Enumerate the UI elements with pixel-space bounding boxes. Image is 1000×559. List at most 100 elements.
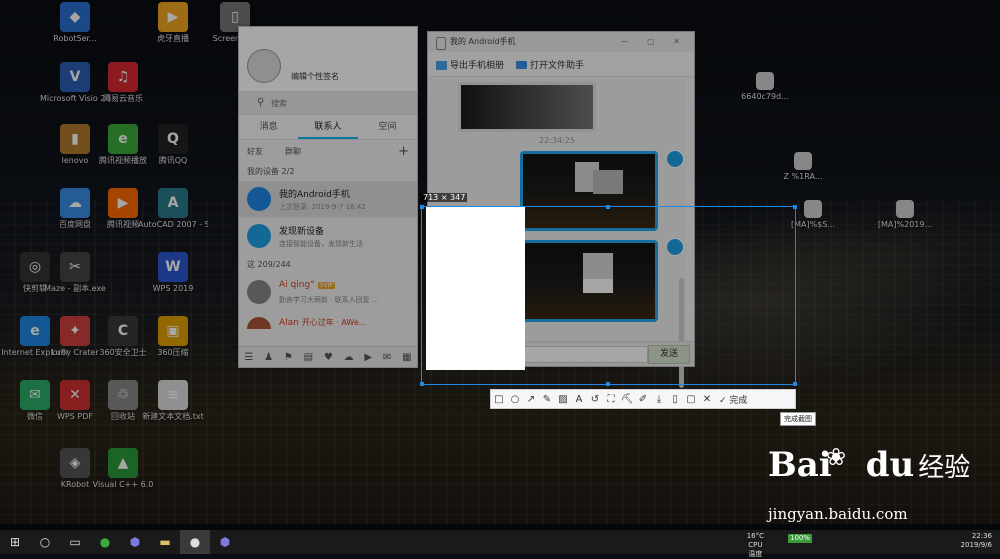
toolbar-icon[interactable]: ♟ <box>264 352 273 363</box>
app-icon: ≡ <box>158 380 188 410</box>
capture-selection[interactable] <box>420 205 797 386</box>
qq-taskbar-icon[interactable]: ● <box>180 530 210 554</box>
app-icon: ✕ <box>60 380 90 410</box>
list-item-friend[interactable]: Ai qing° SVIP 勤奋学习大萌新 · 联系人回复 ... <box>239 274 417 311</box>
capture-tool-icon[interactable]: ○ <box>507 394 523 405</box>
capture-tool-icon[interactable]: □ <box>491 394 507 405</box>
windows-start-icon[interactable]: ⊞ <box>0 530 30 554</box>
list-item-friend[interactable]: Alan 开心过年 · AWe... <box>239 311 417 329</box>
window-controls[interactable]: — ▢ ✕ <box>621 32 688 52</box>
capture-tool-icon[interactable]: ↗ <box>523 394 539 405</box>
tab-space[interactable]: 空间 <box>358 115 417 139</box>
capture-tool-icon[interactable]: ▢ <box>683 394 699 405</box>
toolbar-icon[interactable]: ☁ <box>344 352 354 363</box>
clock-time[interactable]: 22:36 <box>961 532 992 541</box>
search-icon[interactable]: ○ <box>30 530 60 554</box>
toolbar-icon[interactable]: ♥ <box>324 352 333 363</box>
group-my-devices[interactable]: 我的设备 2/2 <box>239 162 417 181</box>
desktop-icon[interactable]: [MA]%2019... <box>870 200 940 230</box>
export-album-button[interactable]: 导出手机相册 <box>436 58 504 71</box>
resize-handle[interactable] <box>793 382 797 386</box>
resize-handle[interactable] <box>606 382 610 386</box>
desktop-icon[interactable]: ◆ RobotSer... <box>40 2 110 44</box>
desktop-icon[interactable]: ▣ 360压缩 <box>138 316 208 358</box>
desktop-icon[interactable]: ≡ 新建文本文档.txt <box>138 380 208 422</box>
item-subtitle: 连接智能设备，发现新生活 <box>279 240 363 248</box>
open-file-assistant-button[interactable]: 打开文件助手 <box>516 58 584 71</box>
friend-name: Ai qing° <box>279 280 315 290</box>
toolbar-icon[interactable]: ▶ <box>364 352 372 363</box>
capture-tool-icon[interactable]: ⛏ <box>619 394 635 405</box>
capture-tool-icon[interactable]: ✕ <box>699 394 715 405</box>
svip-badge: SVIP <box>317 282 335 289</box>
toolbar-icon[interactable]: ☰ <box>244 352 253 363</box>
group-friends[interactable]: 这 209/244 <box>239 255 417 274</box>
friend-name: Alan <box>279 318 299 328</box>
tab-messages[interactable]: 消息 <box>239 115 298 139</box>
baidu-logo-du: du <box>865 445 915 485</box>
capture-tool-icon[interactable]: ✐ <box>635 394 651 405</box>
tab-contacts[interactable]: 联系人 <box>298 115 358 139</box>
app-icon[interactable]: ● <box>90 530 120 554</box>
chat-titlebar: 我的 Android手机 — ▢ ✕ <box>428 32 694 52</box>
resize-handle[interactable] <box>606 205 610 209</box>
list-item-android[interactable]: 我的Android手机 上次登录: 2019-9-7 16:42 <box>239 181 417 218</box>
resize-handle[interactable] <box>420 382 424 386</box>
resize-handle[interactable] <box>793 205 797 209</box>
friend-status: 开心过年 · AWe... <box>301 318 367 327</box>
desktop-icon[interactable]: 6640c79d... <box>730 72 800 102</box>
file-icon <box>794 152 812 170</box>
capture-tool-icon[interactable]: A <box>571 394 587 405</box>
item-subtitle: 上次登录: 2019-9-7 16:42 <box>279 203 366 211</box>
battery[interactable]: 100% <box>787 534 812 543</box>
capture-tool-icon[interactable]: ⤓ <box>651 394 667 405</box>
clock-date[interactable]: 2019/9/6 <box>961 541 992 550</box>
desktop-icon-label: Visual C++ 6.0 <box>92 480 154 489</box>
desktop-icon[interactable]: ▶ 虎牙直播 <box>138 2 208 44</box>
desktop-icon[interactable]: ♫ 网易云音乐 <box>88 62 158 104</box>
app-icon[interactable]: ⬢ <box>120 530 150 554</box>
app-icon: ▣ <box>158 316 188 346</box>
desktop-icon[interactable]: Z %1RA... <box>768 152 838 182</box>
capture-tool-icon[interactable]: ↺ <box>587 394 603 405</box>
capture-tool-icon[interactable]: ✎ <box>539 394 555 405</box>
app-icon: ▮ <box>60 124 90 154</box>
toolbar-icon[interactable]: ⚑ <box>284 352 293 363</box>
capture-tool-icon[interactable]: ▨ <box>555 394 571 405</box>
desktop-icon-label: 360压缩 <box>157 348 189 357</box>
resize-handle[interactable] <box>420 205 424 209</box>
app-icon[interactable]: ⬢ <box>210 530 240 554</box>
file-explorer-icon[interactable]: ▬ <box>150 530 180 554</box>
cpu-temp: 16°C CPU温度 <box>747 532 764 559</box>
toolbar-icon[interactable]: ▤ <box>304 352 313 363</box>
desktop-icon[interactable]: ▲ Visual C++ 6.0 <box>88 448 158 490</box>
subtab-groups[interactable]: 群聊 <box>285 146 301 157</box>
done-button[interactable]: ✓ 完成 <box>715 393 751 406</box>
toolbar-icon[interactable]: ✉ <box>383 352 391 363</box>
item-title: 我的Android手机 <box>279 190 350 200</box>
search-input[interactable] <box>269 95 403 111</box>
avatar[interactable] <box>247 49 281 83</box>
app-icon: ✦ <box>60 316 90 346</box>
task-view-icon[interactable]: ▭ <box>60 530 90 554</box>
list-item-discover-device[interactable]: 发现新设备 连接智能设备，发现新生活 <box>239 218 417 255</box>
desktop-icon[interactable]: Q 腾讯QQ <box>138 124 208 166</box>
signature-label[interactable]: 编辑个性签名 <box>291 71 339 82</box>
qq-main-panel: 编辑个性签名 ⚲ 消息 联系人 空间 好友 群聊 + 我的设备 2/2 我的An… <box>238 26 418 368</box>
capture-tool-icon[interactable]: ▯ <box>667 394 683 405</box>
desktop-icon[interactable]: ✂ Maze - 副本.exe <box>40 252 110 294</box>
qq-search-bar[interactable]: ⚲ <box>239 92 417 115</box>
desktop-icon[interactable]: W WPS 2019 <box>138 252 208 294</box>
qq-header: 编辑个性签名 <box>239 27 417 92</box>
wifi-icon <box>247 224 271 248</box>
capture-tool-icon[interactable]: ⛶ <box>603 394 619 405</box>
app-icon: ✂ <box>60 252 90 282</box>
item-title: 发现新设备 <box>279 227 325 237</box>
add-icon[interactable]: + <box>398 144 409 159</box>
toolbar-icon[interactable]: ▦ <box>402 352 411 363</box>
message-image-prev[interactable] <box>458 82 596 132</box>
subtab-friends[interactable]: 好友 <box>247 146 263 157</box>
tooltip: 完成截图 <box>780 412 816 426</box>
my-avatar[interactable] <box>666 150 684 168</box>
desktop-icon[interactable]: A AutoCAD 2007 - S... <box>138 188 208 230</box>
